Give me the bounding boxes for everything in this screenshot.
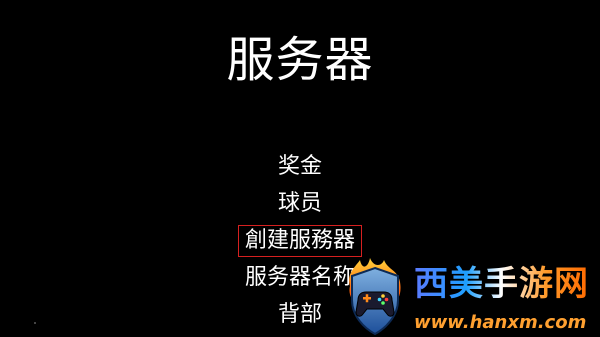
menu-item-players[interactable]: 球员 [0, 185, 600, 222]
decorative-dot [34, 322, 36, 324]
screen-title: 服务器 [226, 32, 374, 88]
watermark-url: www.hanxm.com [414, 312, 587, 333]
menu-item-bonus[interactable]: 奖金 [0, 148, 600, 185]
watermark-brand: 西美手游网 [414, 264, 589, 304]
menu-item-create-server[interactable]: 創建服務器 [0, 222, 600, 259]
menu-item-label: 奖金 [277, 153, 322, 179]
menu-item-label: 背部 [277, 301, 322, 327]
watermark-text: 西美手游网 www.hanxm.com [406, 264, 598, 337]
menu-item-label: 創建服務器 [237, 224, 362, 257]
menu-item-label: 球员 [277, 190, 322, 216]
site-watermark: 西美手游网 www.hanxm.com [342, 256, 598, 337]
gamepad-shield-icon [349, 258, 401, 336]
